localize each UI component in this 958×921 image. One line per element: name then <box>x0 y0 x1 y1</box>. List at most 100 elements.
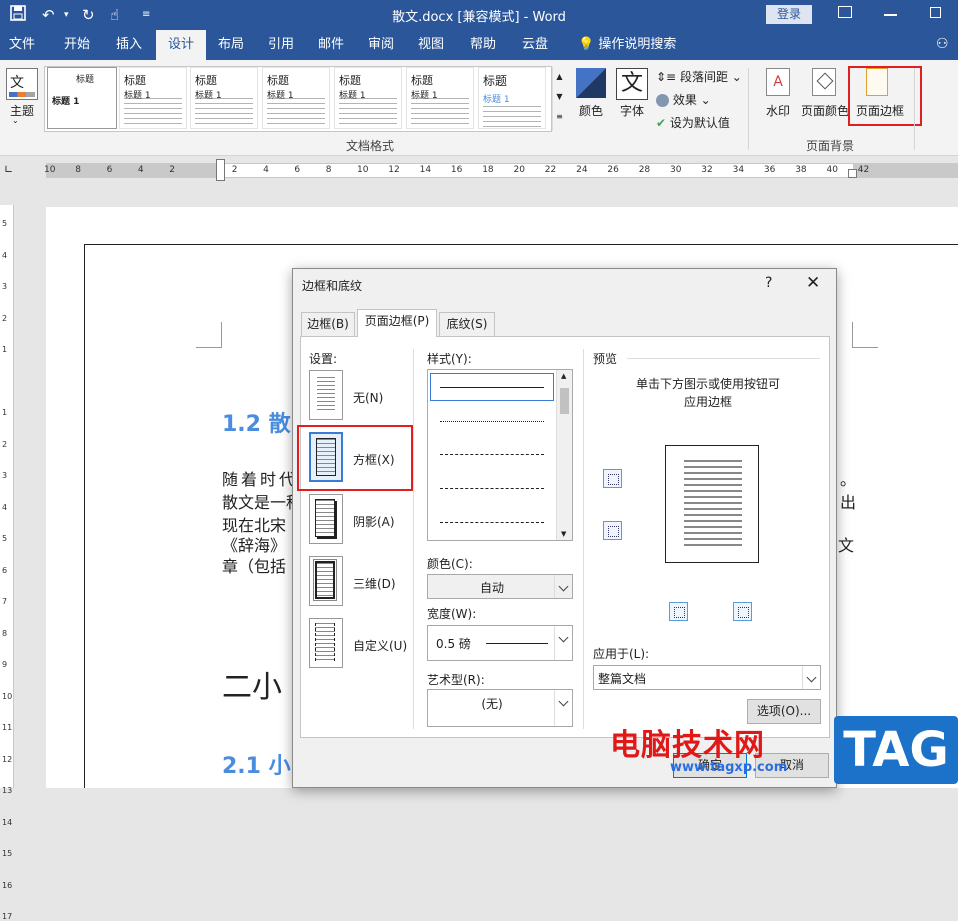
group-separator <box>914 68 915 150</box>
body-fragment: 。 <box>840 470 857 489</box>
paragraph-spacing-icon: ⇕≡ <box>656 70 677 84</box>
vruler-number: 12 <box>2 754 13 764</box>
ruler-number: 14 <box>419 165 432 175</box>
tab-shading[interactable]: 底纹(S) <box>439 312 495 336</box>
vruler-number: 1 <box>2 345 8 354</box>
vruler-number: 9 <box>2 660 8 669</box>
maximize-icon[interactable] <box>930 7 941 18</box>
ruler-number: 10 <box>44 165 56 175</box>
style-set-item[interactable]: 标题 标题 1 <box>334 67 402 129</box>
style-solid[interactable] <box>440 387 544 388</box>
tab-home[interactable]: 开始 <box>52 30 102 60</box>
setting-shadow-label[interactable]: 阴影(A) <box>353 513 395 530</box>
ruler-number: 22 <box>544 165 557 175</box>
ruler-number: 2 <box>169 165 175 175</box>
ruler-number: 16 <box>450 165 463 175</box>
lightbulb-icon: 💡 <box>578 37 595 52</box>
tab-layout[interactable]: 布局 <box>208 30 254 60</box>
ruler-number: 24 <box>576 165 588 175</box>
style-set-item[interactable]: 标题 标题 1 <box>119 67 187 129</box>
style-set-item[interactable]: 标题 标题 1 <box>406 67 474 129</box>
tab-review[interactable]: 审阅 <box>358 30 404 60</box>
close-icon[interactable]: ✕ <box>806 273 820 293</box>
style-set-item[interactable]: 标题 标题 1 <box>190 67 258 129</box>
tab-insert[interactable]: 插入 <box>106 30 152 60</box>
art-select[interactable]: (无) <box>427 689 573 727</box>
style-set-item[interactable]: 标题 标题 1 <box>47 67 117 129</box>
body-line: 章（包括 <box>222 557 287 576</box>
vruler-number: 16 <box>2 880 13 890</box>
setting-shadow-icon[interactable] <box>309 494 343 544</box>
themes-dropdown-icon: ⌄ <box>12 116 19 125</box>
fonts-icon[interactable]: 文 <box>616 68 648 100</box>
tab-borders[interactable]: 边框(B) <box>301 312 355 336</box>
tab-help[interactable]: 帮助 <box>460 30 506 60</box>
colors-icon[interactable] <box>576 68 606 98</box>
width-select[interactable]: 0.5 磅 <box>427 625 573 661</box>
ruler-number: 32 <box>701 165 713 175</box>
paragraph-spacing-button[interactable]: ⇕≡ 段落间距 ⌄ <box>656 68 742 85</box>
group-separator <box>748 68 749 150</box>
vruler-number: 1 <box>2 408 8 417</box>
style-set-item[interactable]: 标题 标题 1 <box>478 67 546 129</box>
indent-marker[interactable] <box>216 159 225 181</box>
borders-shading-dialog: 边框和底纹 ? ✕ 边框(B) 页面边框(P) 底纹(S) 设置: 无(N) 方… <box>292 268 837 788</box>
style-dashed-small[interactable] <box>440 454 544 455</box>
horizontal-ruler[interactable]: ∟ 10 8 6 4 2 2 4 6 8 10 12 14 16 18 20 22 24 26 28 30 32 34 36… <box>0 157 958 184</box>
ruler-number: 6 <box>106 165 113 175</box>
dialog-title: 边框和底纹 <box>302 279 363 293</box>
minimize-icon[interactable] <box>884 14 897 16</box>
tab-references[interactable]: 引用 <box>258 30 304 60</box>
watermark-icon[interactable]: A <box>766 68 790 96</box>
setting-none-icon[interactable] <box>309 370 343 420</box>
page-bg-group-label: 页面背景 <box>805 139 854 153</box>
style-set-item[interactable]: 标题 标题 1 <box>262 67 330 129</box>
login-button[interactable]: 登录 <box>766 5 812 24</box>
apply-to-label: 应用于(L): <box>593 647 650 661</box>
ruler-number: 12 <box>388 165 400 175</box>
setting-3d-label[interactable]: 三维(D) <box>353 575 396 592</box>
tab-cloud[interactable]: 云盘 <box>512 30 558 60</box>
style-scrollbar[interactable]: ▲ ▼ <box>556 370 572 540</box>
left-border-button[interactable] <box>669 602 688 621</box>
setting-custom-icon[interactable] <box>309 618 343 668</box>
ruler-number: 4 <box>263 165 269 175</box>
help-button[interactable]: ? <box>765 275 772 291</box>
tab-file[interactable]: 文件 <box>0 30 44 60</box>
share-icon[interactable]: ⚇ <box>936 36 949 52</box>
effects-button[interactable]: 效果 ⌄ <box>656 91 711 108</box>
style-dashed[interactable] <box>440 488 544 489</box>
bottom-border-button[interactable] <box>603 521 622 540</box>
style-dotted[interactable] <box>440 421 544 422</box>
vruler-number: 11 <box>2 723 13 732</box>
box-setting-highlight <box>297 425 413 491</box>
right-border-button[interactable] <box>733 602 752 621</box>
style-dash-dot[interactable] <box>440 522 544 523</box>
themes-button[interactable]: 文 <box>6 68 38 100</box>
right-indent-marker[interactable] <box>848 169 857 178</box>
tab-stop-selector-icon[interactable]: ∟ <box>4 163 13 176</box>
color-select[interactable]: 自动 <box>427 574 573 599</box>
page-color-icon[interactable] <box>812 68 836 96</box>
tab-view[interactable]: 视图 <box>408 30 454 60</box>
themes-icon: 文 <box>10 75 24 91</box>
setting-3d-icon[interactable] <box>309 556 343 606</box>
set-default-button[interactable]: ✔ 设为默认值 <box>656 114 730 131</box>
tell-me-search[interactable]: 💡 操作说明搜索 <box>578 30 676 60</box>
page-borders-highlight <box>848 66 922 126</box>
tab-design[interactable]: 设计 <box>156 30 206 60</box>
ribbon-display-options-icon[interactable] <box>838 6 852 18</box>
vertical-ruler[interactable]: 5 4 3 2 1 1 2 3 4 5 6 7 8 9 10 11 12 13 14 15 16 17 <box>0 205 14 921</box>
setting-none-label[interactable]: 无(N) <box>353 389 383 406</box>
tab-page-border[interactable]: 页面边框(P) <box>357 309 437 337</box>
margin-corner <box>852 322 878 348</box>
top-border-button[interactable] <box>603 469 622 488</box>
tab-mailings[interactable]: 邮件 <box>308 30 354 60</box>
apply-to-select[interactable]: 整篇文档 <box>593 665 821 690</box>
settings-label: 设置: <box>309 352 338 366</box>
title-bar: ↶ ▾ ↻ ☝ ≡ 散文.docx [兼容模式] - Word 登录 <box>0 0 958 30</box>
style-list[interactable]: ▲ ▼ <box>427 369 573 541</box>
ruler-number: 20 <box>513 165 525 175</box>
gallery-scroll[interactable]: ▲ ▼ ≡ <box>552 67 566 131</box>
setting-custom-label[interactable]: 自定义(U) <box>353 637 407 654</box>
